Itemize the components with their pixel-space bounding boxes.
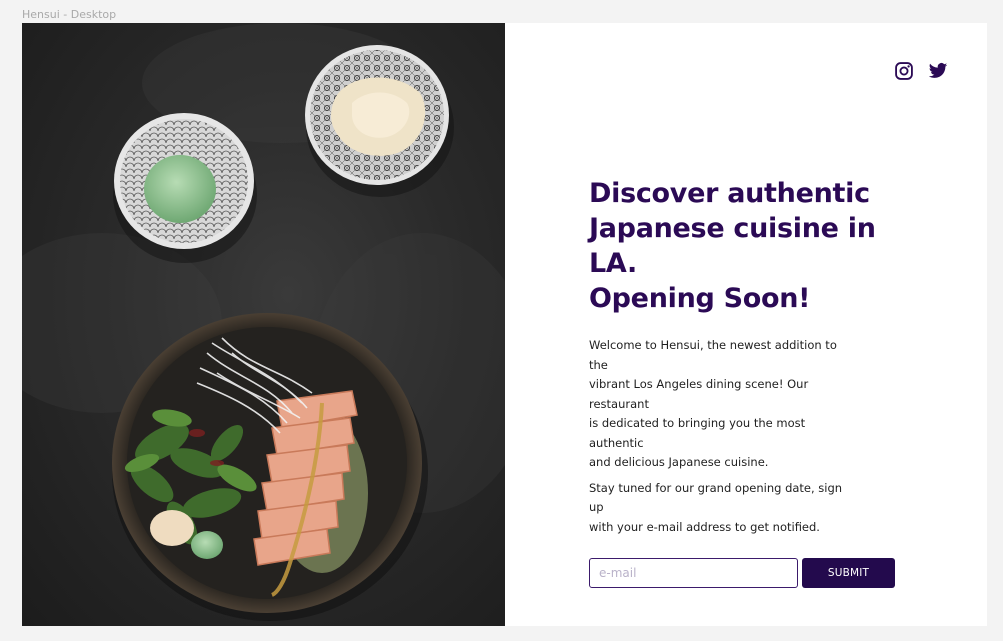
signup-form: SUBMIT (589, 558, 909, 588)
email-input[interactable] (589, 558, 798, 588)
social-links (894, 61, 948, 81)
headline-line: Japanese cuisine in LA. (589, 213, 876, 279)
headline-line: Discover authentic (589, 178, 870, 209)
twitter-icon[interactable] (928, 61, 948, 81)
ginger-bowl (305, 45, 454, 197)
headline: Discover authentic Japanese cuisine in L… (589, 176, 909, 316)
paragraph-line: Welcome to Hensui, the newest addition t… (589, 338, 837, 372)
hero-content: Discover authentic Japanese cuisine in L… (589, 176, 909, 588)
instagram-icon[interactable] (894, 61, 914, 81)
paragraph-line: is dedicated to bringing you the most au… (589, 416, 806, 450)
paragraph-line: and delicious Japanese cuisine. (589, 455, 769, 469)
frame-label: Hensui - Desktop (22, 8, 117, 21)
signup-paragraph: Stay tuned for our grand opening date, s… (589, 479, 857, 538)
submit-button[interactable]: SUBMIT (802, 558, 895, 588)
hero-photo (22, 23, 505, 626)
paragraph-line: vibrant Los Angeles dining scene! Our re… (589, 377, 809, 411)
landing-page: Discover authentic Japanese cuisine in L… (22, 23, 987, 626)
headline-line: Opening Soon! (589, 283, 811, 314)
welcome-paragraph: Welcome to Hensui, the newest addition t… (589, 336, 857, 473)
paragraph-line: with your e-mail address to get notified… (589, 519, 820, 534)
paragraph-line: Stay tuned for our grand opening date, s… (589, 480, 843, 515)
wasabi-bowl (113, 113, 257, 263)
